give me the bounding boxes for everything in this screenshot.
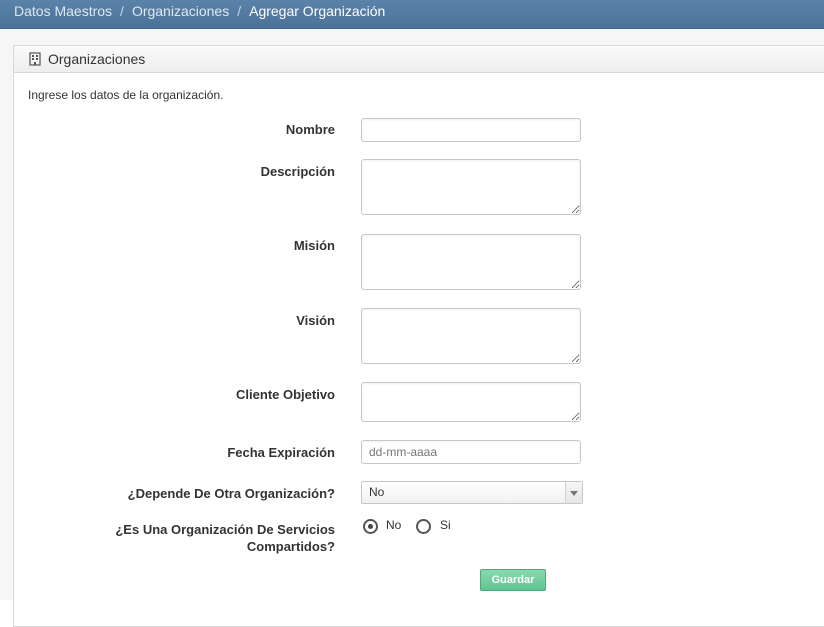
- depende-select-value: No: [369, 485, 385, 499]
- depende-select[interactable]: No: [361, 481, 583, 504]
- breadcrumb-current: Agregar Organización: [249, 3, 386, 19]
- descripcion-label: Descripción: [260, 164, 335, 179]
- radio-no[interactable]: [363, 519, 378, 534]
- panel-header: Organizaciones: [14, 46, 824, 73]
- vision-label: Visión: [296, 313, 335, 328]
- form-panel: Organizaciones Ingrese los datos de la o…: [13, 45, 824, 627]
- top-bar: Datos Maestros / Organizaciones / Agregar Or…: [0, 0, 824, 29]
- vision-textarea[interactable]: [361, 308, 581, 364]
- radio-si-label[interactable]: Si: [440, 518, 451, 532]
- nombre-label: Nombre: [285, 122, 335, 137]
- nombre-input[interactable]: [361, 118, 581, 142]
- servicios-compartidos-label: ¿Es Una Organización De Servicios Compar…: [115, 522, 335, 554]
- page-content: Organizaciones Ingrese los datos de la o…: [0, 29, 824, 627]
- radio-si[interactable]: [416, 519, 431, 534]
- mision-label: Misión: [293, 238, 335, 253]
- fecha-expiracion-input[interactable]: [361, 440, 581, 464]
- descripcion-textarea[interactable]: [361, 159, 581, 215]
- cliente-objetivo-textarea[interactable]: [361, 382, 581, 422]
- mision-textarea[interactable]: [361, 234, 581, 290]
- panel-title: Organizaciones: [48, 51, 146, 67]
- breadcrumb-item-organizaciones[interactable]: Organizaciones: [132, 3, 229, 19]
- building-icon: [29, 52, 41, 66]
- breadcrumb: Datos Maestros / Organizaciones / Agregar Or…: [14, 2, 385, 20]
- form-intro-text: Ingrese los datos de la organización.: [28, 88, 224, 102]
- radio-no-label[interactable]: No: [386, 518, 401, 532]
- breadcrumb-separator: /: [120, 3, 124, 19]
- breadcrumb-separator: /: [237, 3, 242, 19]
- guardar-button[interactable]: Guardar: [480, 569, 546, 591]
- fecha-expiracion-label: Fecha Expiración: [227, 445, 335, 460]
- chevron-down-icon[interactable]: [565, 482, 582, 503]
- cliente-objetivo-label: Cliente Objetivo: [236, 387, 335, 402]
- breadcrumb-item-datos-maestros[interactable]: Datos Maestros: [14, 3, 112, 19]
- depende-label: ¿Depende De Otra Organización?: [127, 486, 335, 501]
